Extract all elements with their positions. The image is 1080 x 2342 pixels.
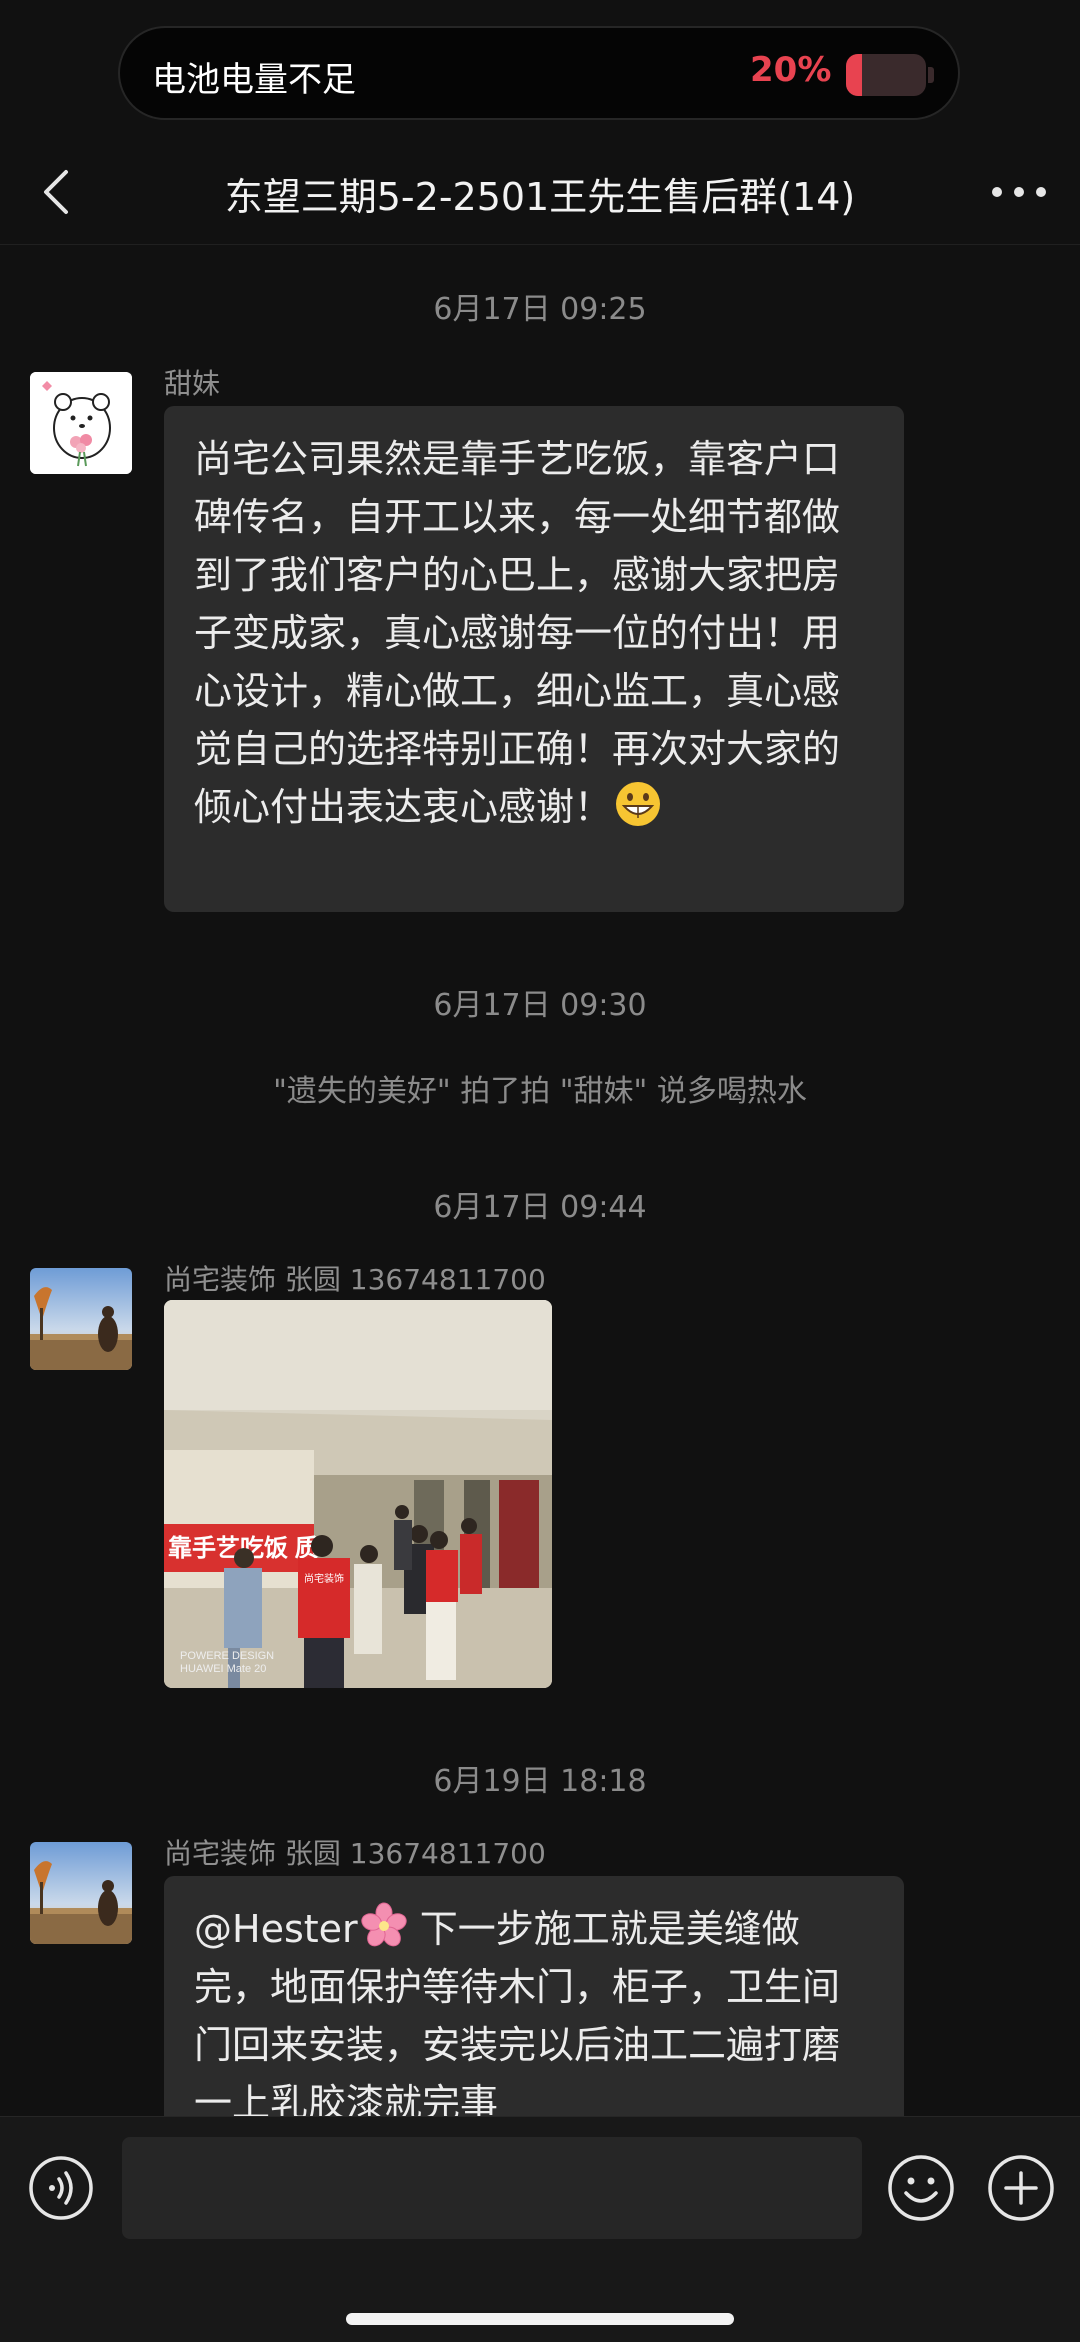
cherry-blossom-icon: [360, 1902, 408, 1950]
more-dots-icon: [992, 187, 1046, 197]
grinning-face-icon: [614, 780, 662, 828]
timestamp: 6月17日 09:44: [433, 1190, 647, 1225]
sender-name: 尚宅装饰 张圆 13674811700: [164, 1837, 546, 1870]
message-bubble[interactable]: 尚宅公司果然是靠手艺吃饭，靠客户口碑传名，自开工以来，每一处细节都做到了我们客户…: [164, 406, 904, 912]
more-button[interactable]: [984, 162, 1054, 222]
emoji-button[interactable]: [886, 2153, 956, 2223]
landscape-avatar-icon: [30, 1842, 132, 1944]
timestamp: 6月19日 18:18: [433, 1764, 647, 1799]
avatar-shangzhai[interactable]: [30, 1268, 132, 1370]
battery-icon: [846, 54, 934, 96]
voice-icon: [29, 2156, 93, 2220]
landscape-avatar-icon: [30, 1268, 132, 1370]
battery-percent: 20%: [750, 50, 832, 90]
input-bar: [0, 2116, 1080, 2342]
vest-text: 尚宅装饰: [304, 1572, 344, 1585]
message-input[interactable]: [122, 2137, 862, 2239]
emoji-icon: [888, 2155, 954, 2221]
system-tip-pat: "遗失的美好" 拍了拍 "甜妹" 说多喝热水: [273, 1074, 807, 1109]
chat-title: 东望三期5-2-2501王先生售后群(14): [224, 175, 856, 219]
photo-watermark: POWERE DESIGN HUAWEI Mate 20: [180, 1650, 274, 1675]
home-indicator[interactable]: [346, 2313, 734, 2325]
bear-avatar-icon: [30, 372, 132, 474]
avatar-shangzhai[interactable]: [30, 1842, 132, 1944]
toast-text: 电池电量不足: [152, 60, 356, 100]
sender-name: 甜妹: [164, 367, 221, 400]
battery-low-toast: 电池电量不足 20%: [118, 26, 960, 120]
message-text: 尚宅公司果然是靠手艺吃饭，靠客户口碑传名，自开工以来，每一处细节都做到了我们客户…: [194, 437, 841, 829]
site-photo[interactable]: 靠手艺吃饭 质 尚宅装饰 POWERE DESIGN HUAWEI Mate 20: [164, 1300, 552, 1688]
avatar-tianmei[interactable]: [30, 372, 132, 474]
mention-text: @Hester: [194, 1907, 358, 1951]
plus-icon: [988, 2155, 1054, 2221]
plus-button[interactable]: [986, 2153, 1056, 2223]
construction-site-photo: 靠手艺吃饭 质 尚宅装饰 POWERE DESIGN HUAWEI Mate 20: [164, 1300, 552, 1688]
timestamp: 6月17日 09:30: [433, 988, 647, 1023]
timestamp: 6月17日 09:25: [433, 292, 647, 327]
voice-button[interactable]: [28, 2155, 94, 2221]
sender-name: 尚宅装饰 张圆 13674811700: [164, 1263, 546, 1296]
chat-header: 东望三期5-2-2501王先生售后群(14): [0, 140, 1080, 245]
